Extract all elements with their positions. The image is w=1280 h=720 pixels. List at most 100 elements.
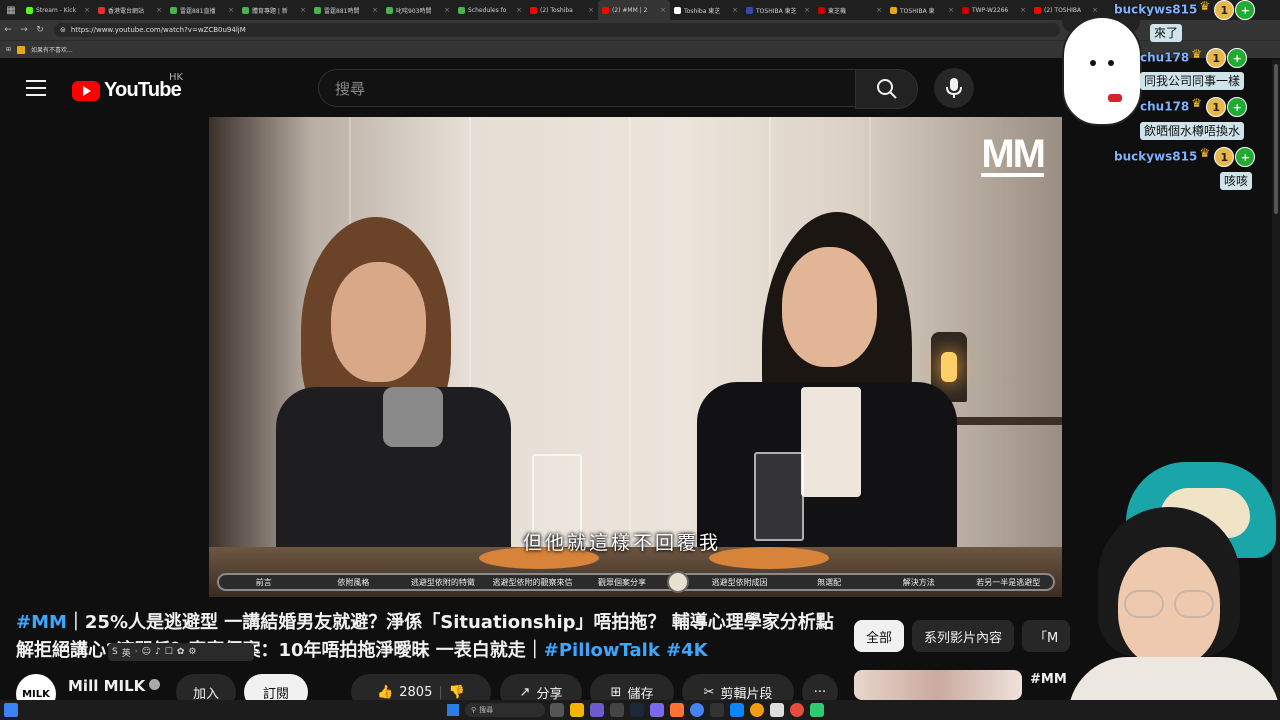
channel-watermark: MM [981,132,1046,177]
hashtag-link[interactable]: #MM [16,612,67,633]
browser-tab[interactable]: Schedules fo × [454,0,526,20]
recommended-video-title[interactable]: #MM [1030,672,1067,687]
voice-search-button[interactable] [934,68,974,108]
scrollbar-thumb[interactable] [1274,64,1278,214]
tab-close-icon[interactable]: × [1020,6,1026,14]
ime-toolbar-item[interactable]: ☺ [142,647,151,657]
tab-close-icon[interactable]: × [300,6,306,14]
tab-favicon-icon [746,6,753,14]
browser-tab[interactable]: (2) Toshiba × [526,0,598,20]
chapter-segment[interactable]: 若另一半是逃避型 [964,577,1054,588]
search-input[interactable]: 搜尋 [318,69,856,107]
filter-chip[interactable]: 系列影片內容 [912,620,1015,652]
app-icon[interactable] [810,703,824,717]
shelf [942,417,1062,425]
url-field[interactable]: ⊜ https://www.youtube.com/watch?v=wZCB0u… [54,23,1060,37]
chapter-segment[interactable]: 逃避型依附的特徵 [398,577,488,588]
filter-chip[interactable]: 「M [1022,620,1071,652]
bitcoin-icon[interactable] [750,703,764,717]
back-icon[interactable]: ← [0,20,16,40]
like-icon[interactable]: 👍 [377,685,393,700]
tab-close-icon[interactable]: × [732,6,738,14]
tab-close-icon[interactable]: × [948,6,954,14]
steam-icon[interactable] [630,703,644,717]
channel-name[interactable]: Mill MILK [68,677,161,695]
ime-toolbar-item[interactable]: · [135,647,138,657]
firefox-icon[interactable] [670,703,684,717]
ime-toolbar-item[interactable]: ✿ [177,647,185,657]
chapter-progress-bar[interactable]: 前言 依附風格 逃避型依附的特徵 逃避型依附的觀察來信 觀眾個案分享 逃避型依附成因 無選配… [217,571,1055,593]
ime-toolbar-item[interactable]: 英 [122,646,131,659]
chapter-segment[interactable]: 解決方法 [874,577,964,588]
chapter-segment[interactable]: 觀眾個案分享 [577,577,667,588]
apps-icon[interactable]: ⊞ [6,46,11,53]
ime-toolbar-item[interactable]: S [112,647,118,657]
widgets-icon[interactable] [4,703,18,717]
task-view-icon[interactable] [550,703,564,717]
taskbar-search[interactable]: ⚲ 搜尋 [465,703,545,717]
youtube-logo[interactable]: YouTube [72,79,182,102]
tab-close-icon[interactable]: × [228,6,234,14]
browser-tab[interactable]: 體育專題 | 新 × [238,0,310,20]
start-icon[interactable] [447,704,459,716]
video-player[interactable]: MM 但他就這樣不回覆我 前言 依附風格 逃避型依附的特徵 逃避型依附的觀察來信 觀眾個… [209,117,1062,597]
tab-close-icon[interactable]: × [588,6,594,14]
tab-close-icon[interactable]: × [516,6,522,14]
dislike-icon[interactable]: 👎 [449,685,465,700]
search-button[interactable] [855,69,918,109]
browser-tab[interactable]: 東芝機 × [814,0,886,20]
obs-icon[interactable] [610,703,624,717]
browser-tab[interactable]: Toshiba 東芝 × [670,0,742,20]
browser-menu-icon[interactable]: ▦ [0,0,22,20]
tab-close-icon[interactable]: × [84,6,90,14]
browser-tab[interactable]: 叱咤903時間 × [382,0,454,20]
discord-icon[interactable] [650,703,664,717]
browser-tab[interactable]: 香港電台網站 × [94,0,166,20]
chapter-segment[interactable]: 無選配 [784,577,874,588]
playhead-knob[interactable] [666,571,695,593]
chat-username[interactable]: chu178 [1140,51,1189,65]
chat-username[interactable]: buckyws815 [1114,3,1197,17]
ime-toolbar[interactable]: S 英 · ☺ ♪ ☐ ✿ ⚙ [108,643,254,661]
app-icon[interactable] [710,703,724,717]
bookmark-item[interactable]: 如果有不喜欢... [31,45,73,54]
chapter-segment[interactable]: 逃避型依附成因 [695,577,785,588]
forward-icon[interactable]: → [16,20,32,40]
app-icon[interactable] [770,703,784,717]
chapter-segment[interactable]: 依附風格 [309,577,399,588]
browser-tab[interactable]: Stream - Kick × [22,0,94,20]
reload-icon[interactable]: ↻ [32,20,48,40]
file-explorer-icon[interactable] [570,703,584,717]
browser-tab[interactable]: TOSHIBA 東 × [886,0,958,20]
edge-icon[interactable] [730,703,744,717]
tab-close-icon[interactable]: × [660,6,666,14]
ime-toolbar-item[interactable]: ⚙ [188,647,196,657]
ime-toolbar-item[interactable]: ♪ [155,647,161,657]
tab-close-icon[interactable]: × [804,6,810,14]
browser-tab[interactable]: 雷霆881時間 × [310,0,382,20]
tab-close-icon[interactable]: × [876,6,882,14]
hashtag-link[interactable]: #PillowTalk [544,640,660,661]
app-icon[interactable] [790,703,804,717]
teams-icon[interactable] [590,703,604,717]
browser-tab[interactable]: (2) #MM | 2 × [598,0,670,20]
browser-tab[interactable]: 雷霆881直播 × [166,0,238,20]
browser-tab[interactable]: TWP-W2266 × [958,0,1030,20]
tab-close-icon[interactable]: × [156,6,162,14]
tab-close-icon[interactable]: × [444,6,450,14]
tab-close-icon[interactable]: × [372,6,378,14]
recommended-video-thumbnail[interactable] [854,670,1022,700]
filter-chip[interactable]: 全部 [854,620,905,652]
site-info-icon[interactable]: ⊜ [60,26,66,34]
chapter-segment[interactable]: 逃避型依附的觀察來信 [488,577,578,588]
chat-username[interactable]: buckyws815 [1114,150,1197,164]
hashtag-link[interactable]: #4K [666,640,708,661]
hamburger-menu-icon[interactable] [26,80,46,96]
ime-toolbar-item[interactable]: ☐ [165,647,173,657]
like-count[interactable]: 2805 [399,685,432,700]
chapter-segment[interactable]: 前言 [219,577,309,588]
scrubber-icon[interactable] [666,571,689,593]
chrome-icon[interactable] [690,703,704,717]
chat-username[interactable]: chu178 [1140,100,1189,114]
browser-tab[interactable]: TOSHIBA 東芝 × [742,0,814,20]
